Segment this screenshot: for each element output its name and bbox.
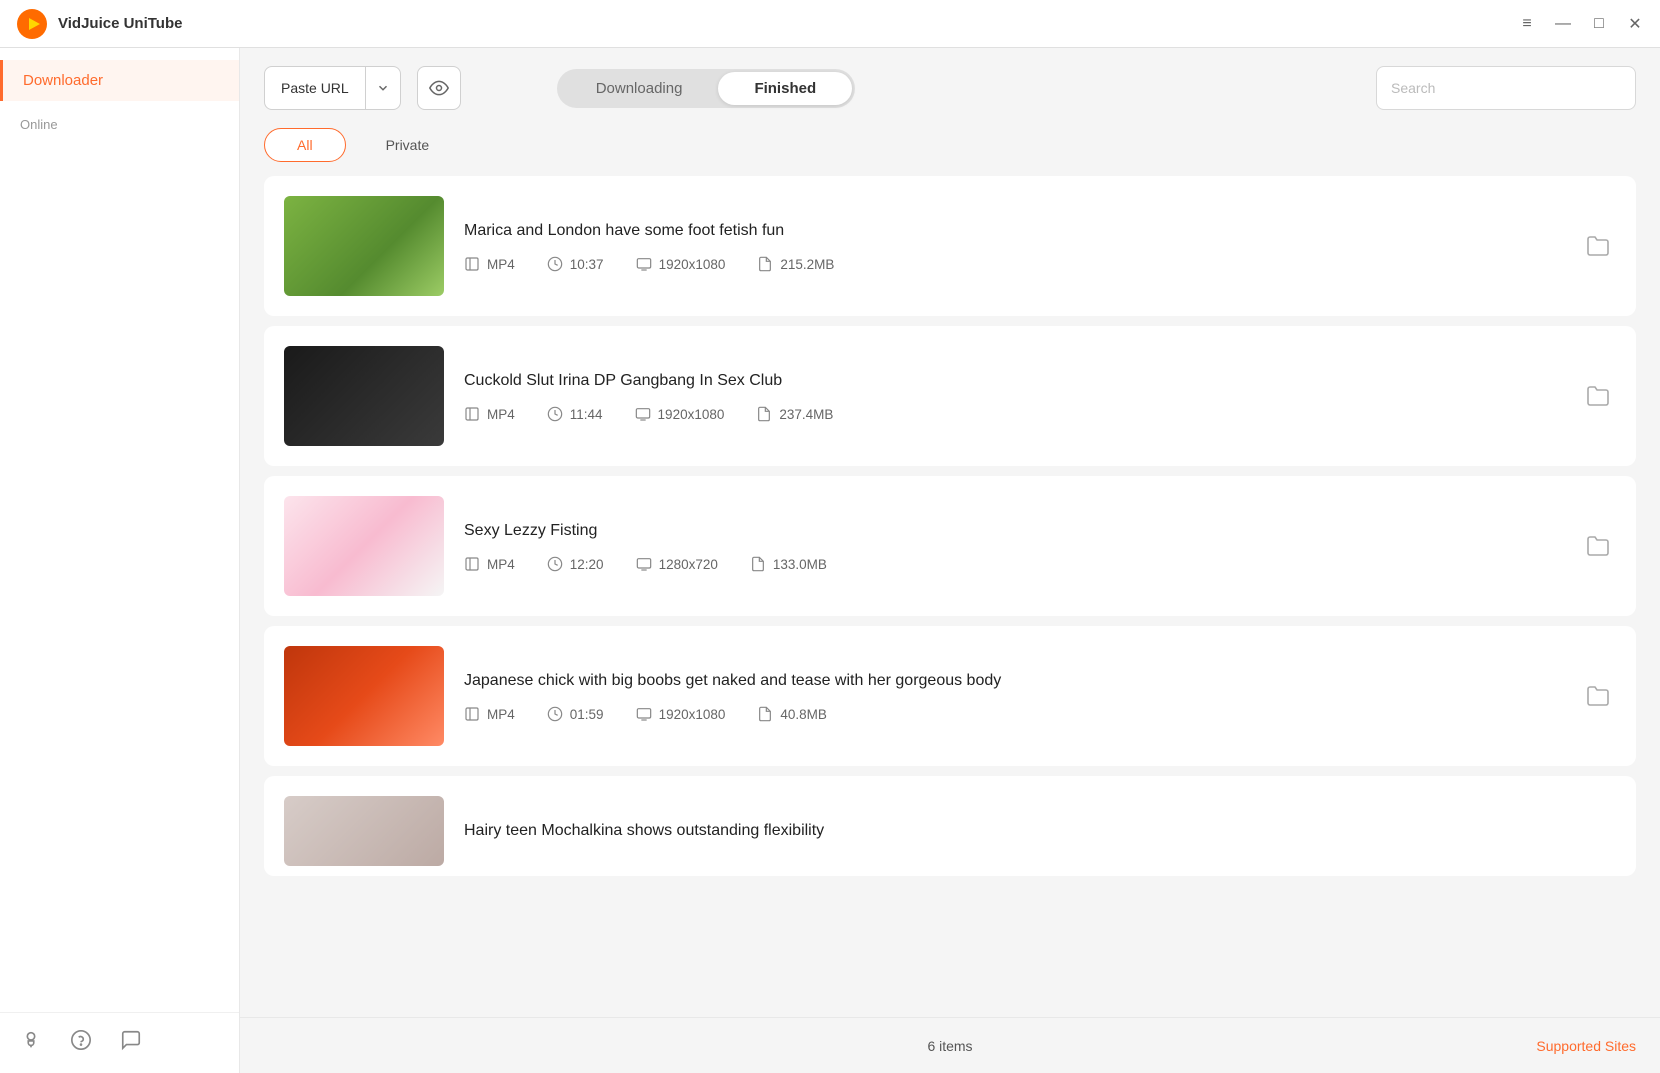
private-tab[interactable]: Private [370,129,446,161]
supported-sites-link[interactable]: Supported Sites [1536,1038,1636,1054]
duration-item: 10:37 [547,256,604,272]
video-meta: MP4 01:59 1920x1080 40.8MB [464,706,1560,722]
table-row: Japanese chick with big boobs get naked … [264,626,1636,766]
resolution-value: 1280x720 [659,557,718,572]
table-row: Sexy Lezzy Fisting MP4 12:20 1280x720 [264,476,1636,616]
size-value: 215.2MB [780,257,834,272]
resolution-item: 1920x1080 [636,256,726,272]
video-thumbnail [284,796,444,866]
video-thumbnail [284,646,444,746]
duration-item: 11:44 [547,406,603,422]
duration-value: 11:44 [570,407,603,422]
search-box [1376,66,1636,110]
chat-icon[interactable] [120,1029,142,1057]
video-title: Cuckold Slut Irina DP Gangbang In Sex Cl… [464,370,1560,392]
resolution-value: 1920x1080 [658,407,725,422]
video-meta: MP4 11:44 1920x1080 237.4MB [464,406,1560,422]
sidebar-section-online: Online [0,101,239,140]
video-thumbnail [284,496,444,596]
duration-value: 10:37 [570,257,604,272]
format-value: MP4 [487,557,515,572]
sidebar-downloader-label: Downloader [23,72,103,89]
maximize-button[interactable]: □ [1590,15,1608,33]
video-info: Sexy Lezzy Fisting MP4 12:20 1280x720 [464,520,1560,572]
sidebar-item-downloader[interactable]: Downloader [0,60,239,101]
size-item: 215.2MB [757,256,834,272]
resolution-item: 1280x720 [636,556,718,572]
video-list: Marica and London have some foot fetish … [240,176,1660,1017]
download-tab-group: Downloading Finished [557,69,855,108]
sidebar: Downloader Online [0,48,240,1073]
titlebar: VidJuice UniTube ≡ — □ ✕ [0,0,1660,48]
format-value: MP4 [487,407,515,422]
video-info: Japanese chick with big boobs get naked … [464,670,1560,722]
resolution-value: 1920x1080 [659,257,726,272]
main-layout: Downloader Online [0,48,1660,1073]
all-tab[interactable]: All [264,128,346,162]
video-info: Hairy teen Mochalkina shows outstanding … [464,820,1616,842]
resolution-item: 1920x1080 [635,406,725,422]
bottom-bar: 6 items Supported Sites [240,1017,1660,1073]
video-info: Marica and London have some foot fetish … [464,220,1560,272]
lightbulb-icon[interactable] [20,1029,42,1057]
duration-value: 12:20 [570,557,604,572]
items-count: 6 items [927,1038,972,1054]
format-item: MP4 [464,556,515,572]
toolbar: Paste URL Downloading Finished [240,48,1660,128]
size-item: 40.8MB [757,706,827,722]
finished-tab[interactable]: Finished [718,72,852,105]
format-item: MP4 [464,256,515,272]
table-row: Marica and London have some foot fetish … [264,176,1636,316]
duration-item: 01:59 [547,706,604,722]
duration-item: 12:20 [547,556,604,572]
sidebar-footer [0,1012,239,1073]
video-title: Hairy teen Mochalkina shows outstanding … [464,820,1616,842]
app-logo [16,8,48,40]
help-icon[interactable] [70,1029,92,1057]
video-title: Sexy Lezzy Fisting [464,520,1560,542]
size-value: 40.8MB [780,707,827,722]
format-item: MP4 [464,706,515,722]
sub-tabs: All Private [240,128,1660,176]
duration-value: 01:59 [570,707,604,722]
app-title: VidJuice UniTube [58,15,1518,32]
size-item: 237.4MB [756,406,833,422]
paste-url-button[interactable]: Paste URL [264,66,401,110]
resolution-value: 1920x1080 [659,707,726,722]
open-folder-button[interactable] [1580,378,1616,414]
downloading-tab[interactable]: Downloading [560,72,719,105]
video-meta: MP4 12:20 1280x720 133.0MB [464,556,1560,572]
close-button[interactable]: ✕ [1626,15,1644,33]
minimize-button[interactable]: — [1554,15,1572,33]
table-row: Cuckold Slut Irina DP Gangbang In Sex Cl… [264,326,1636,466]
format-value: MP4 [487,707,515,722]
window-controls: ≡ — □ ✕ [1518,15,1644,33]
paste-url-dropdown-icon[interactable] [366,67,400,109]
video-thumbnail [284,196,444,296]
video-title: Marica and London have some foot fetish … [464,220,1560,242]
search-input[interactable] [1391,80,1621,96]
table-row: Hairy teen Mochalkina shows outstanding … [264,776,1636,876]
paste-url-label[interactable]: Paste URL [265,67,366,109]
sidebar-nav: Downloader Online [0,48,239,1012]
open-folder-button[interactable] [1580,678,1616,714]
size-value: 237.4MB [779,407,833,422]
size-value: 133.0MB [773,557,827,572]
video-info: Cuckold Slut Irina DP Gangbang In Sex Cl… [464,370,1560,422]
open-folder-button[interactable] [1580,228,1616,264]
content-area: Paste URL Downloading Finished [240,48,1660,1073]
menu-button[interactable]: ≡ [1518,15,1536,33]
video-thumbnail [284,346,444,446]
open-folder-button[interactable] [1580,528,1616,564]
video-title: Japanese chick with big boobs get naked … [464,670,1560,692]
format-value: MP4 [487,257,515,272]
eye-button[interactable] [417,66,461,110]
video-meta: MP4 10:37 1920x1080 215.2MB [464,256,1560,272]
resolution-item: 1920x1080 [636,706,726,722]
size-item: 133.0MB [750,556,827,572]
format-item: MP4 [464,406,515,422]
